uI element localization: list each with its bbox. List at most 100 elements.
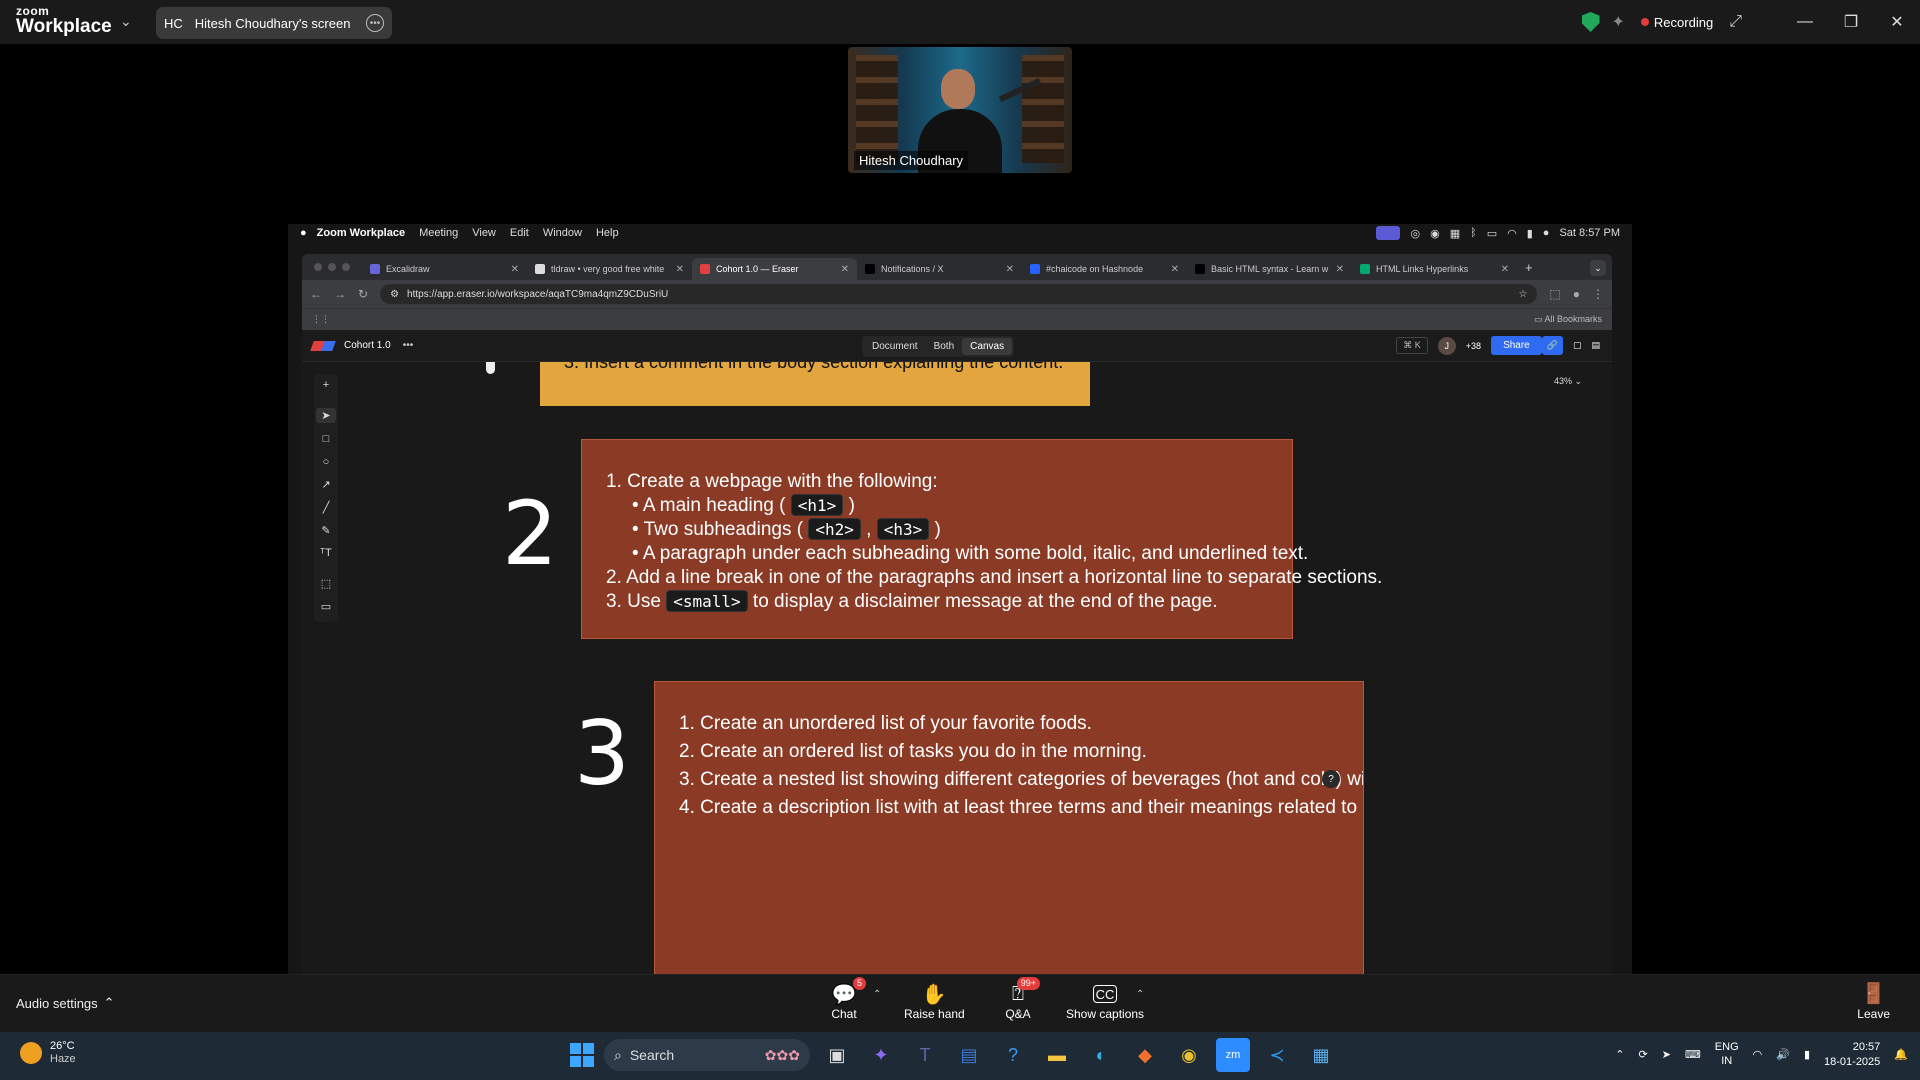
fullscreen-icon[interactable]: ⤢ <box>1729 13 1742 31</box>
record-status-icon[interactable]: ◉ <box>1430 227 1440 240</box>
more-icon[interactable]: ••• <box>403 340 414 351</box>
forward-icon[interactable]: → <box>334 287 346 301</box>
help-icon[interactable]: ? <box>1322 770 1340 788</box>
close-tab-icon[interactable]: ✕ <box>1171 264 1179 275</box>
more-options-icon[interactable]: ••• <box>366 14 384 32</box>
keyboard-icon[interactable]: ⌨ <box>1685 1048 1701 1061</box>
copilot-icon[interactable]: ✦ <box>864 1038 898 1072</box>
browser-menu-icon[interactable]: ⋮ <box>1592 287 1604 301</box>
close-tab-icon[interactable]: ✕ <box>1006 264 1014 275</box>
close-tab-icon[interactable]: ✕ <box>1501 264 1509 275</box>
recording-label[interactable]: Recording <box>1654 15 1713 30</box>
sync-icon[interactable]: ⟳ <box>1638 1048 1647 1061</box>
notifications-icon[interactable]: 🔔 <box>1894 1048 1908 1061</box>
browser-tab[interactable]: tldraw • very good free white ✕ <box>527 258 692 280</box>
apps-grid-icon[interactable]: ⋮⋮ <box>312 314 330 325</box>
captions-options-caret[interactable]: ⌃ <box>1136 989 1144 1000</box>
windows-start-icon[interactable] <box>570 1043 594 1067</box>
notepad-icon[interactable]: ▦ <box>1304 1038 1338 1072</box>
taskbar-search[interactable]: ⌕ Search ✿✿✿ <box>604 1039 810 1071</box>
close-tab-icon[interactable]: ✕ <box>1336 264 1344 275</box>
edge-icon[interactable]: ◐ <box>1084 1038 1118 1072</box>
apple-icon[interactable]: ● <box>300 227 307 239</box>
browser-tab[interactable]: Cohort 1.0 — Eraser ✕ <box>692 258 857 280</box>
menu-item-meeting[interactable]: Meeting <box>419 227 458 239</box>
zoom-app-icon[interactable]: zm <box>1216 1038 1250 1072</box>
frame-tool-icon[interactable]: ⬚ <box>316 576 336 591</box>
siri-icon[interactable]: ● <box>1543 227 1550 239</box>
display-icon[interactable]: ▭ <box>1487 227 1497 240</box>
weather-widget[interactable]: 26°C Haze <box>20 1040 76 1066</box>
leave-button[interactable]: 🚪 Leave <box>1857 981 1890 1021</box>
raise-hand-button[interactable]: ✋ Raise hand <box>904 981 965 1022</box>
qa-button[interactable]: ⍰ 99+ Q&A <box>1004 977 1040 1021</box>
close-button[interactable]: ✕ <box>1874 12 1920 32</box>
task-view-icon[interactable]: ▣ <box>820 1038 854 1072</box>
bookmark-star-icon[interactable]: ☆ <box>1518 289 1527 300</box>
avatar[interactable]: J <box>1437 336 1456 355</box>
chat-button[interactable]: 💬 5 Chat <box>830 977 866 1021</box>
section-number-2[interactable]: 2 <box>502 490 558 578</box>
bluetooth-icon[interactable]: ᛒ <box>1470 227 1477 239</box>
section-number-3[interactable]: 3 <box>574 710 630 798</box>
restore-button[interactable]: ❐ <box>1828 12 1874 32</box>
new-tab-icon[interactable]: + <box>1517 260 1541 280</box>
volume-icon[interactable]: 🔊 <box>1776 1048 1790 1061</box>
menu-item-app[interactable]: Zoom Workplace <box>317 227 405 239</box>
back-icon[interactable]: ← <box>310 287 322 301</box>
eraser-logo-icon[interactable] <box>310 340 336 351</box>
menu-item-view[interactable]: View <box>472 227 496 239</box>
document-name[interactable]: Cohort 1.0 <box>344 340 391 351</box>
close-tab-icon[interactable]: ✕ <box>841 264 849 275</box>
extensions-icon[interactable]: ⬚ <box>1549 287 1560 301</box>
system-clock[interactable]: 20:57 18-01-2025 <box>1824 1040 1880 1070</box>
comments-icon[interactable]: ▢ <box>1573 340 1582 351</box>
browser-tab[interactable]: Basic HTML syntax - Learn w ✕ <box>1187 258 1352 280</box>
ellipse-tool-icon[interactable]: ○ <box>316 454 336 469</box>
reload-icon[interactable]: ↻ <box>358 287 368 301</box>
share-button[interactable]: Share <box>1491 336 1542 355</box>
chat-options-caret[interactable]: ⌃ <box>873 989 881 1000</box>
copy-link-icon[interactable]: 🔗 <box>1541 336 1563 355</box>
screen-share-status-icon[interactable] <box>1376 226 1401 240</box>
security-shield-icon[interactable] <box>1581 12 1600 32</box>
collaborator-count[interactable]: +38 <box>1466 341 1481 351</box>
site-info-icon[interactable]: ⚙ <box>390 289 399 300</box>
all-bookmarks-link[interactable]: ▭ All Bookmarks <box>1534 314 1602 325</box>
browser-tab[interactable]: Notifications / X ✕ <box>857 258 1022 280</box>
speaker-video-thumbnail[interactable]: Hitesh Choudhary <box>848 47 1072 173</box>
brave-icon[interactable]: ◆ <box>1128 1038 1162 1072</box>
close-tab-icon[interactable]: ✕ <box>676 264 684 275</box>
battery-icon[interactable]: ▮ <box>1527 227 1533 240</box>
view-document-tab[interactable]: Document <box>864 338 926 355</box>
creative-cloud-icon[interactable]: ◎ <box>1410 227 1420 240</box>
chrome-icon[interactable]: ◉ <box>1172 1038 1206 1072</box>
window-traffic-lights[interactable] <box>302 263 362 280</box>
add-icon[interactable]: + <box>316 378 336 393</box>
teams-icon[interactable]: T <box>908 1038 942 1072</box>
profile-icon[interactable]: ● <box>1573 287 1580 301</box>
file-explorer-icon[interactable]: ▬ <box>1040 1038 1074 1072</box>
language-indicator[interactable]: ENG IN <box>1715 1041 1739 1069</box>
text-tool-icon[interactable]: ᵀT <box>316 546 336 561</box>
menu-item-window[interactable]: Window <box>543 227 582 239</box>
card-task-3[interactable]: 1. Create an unordered list of your favo… <box>654 681 1364 974</box>
view-canvas-tab[interactable]: Canvas <box>962 338 1013 355</box>
command-palette-button[interactable]: ⌘ K <box>1396 337 1428 354</box>
wifi-icon[interactable]: ◠ <box>1507 227 1517 240</box>
card-task-1[interactable]: 3. Insert a comment in the body section … <box>540 362 1090 406</box>
select-tool-icon[interactable]: ➤ <box>316 408 336 424</box>
zoom-level-dropdown[interactable]: 43% ⌄ <box>1554 376 1582 387</box>
rectangle-tool-icon[interactable]: □ <box>316 431 336 446</box>
browser-tab[interactable]: Excalidraw ✕ <box>362 258 527 280</box>
wifi-icon[interactable]: ◠ <box>1753 1048 1763 1061</box>
browser-tab[interactable]: HTML Links Hyperlinks ✕ <box>1352 258 1517 280</box>
mac-clock[interactable]: Sat 8:57 PM <box>1559 227 1620 239</box>
menu-item-help[interactable]: Help <box>596 227 619 239</box>
show-captions-button[interactable]: CC Show captions <box>1066 981 1144 1021</box>
shared-screen-selector[interactable]: HC Hitesh Choudhary's screen ••• <box>156 7 392 39</box>
eraser-canvas[interactable]: 3. Insert a comment in the body section … <box>302 362 1612 974</box>
line-tool-icon[interactable]: ╱ <box>316 500 336 515</box>
battery-icon[interactable]: ▮ <box>1804 1048 1810 1061</box>
minimize-button[interactable]: — <box>1782 13 1828 31</box>
